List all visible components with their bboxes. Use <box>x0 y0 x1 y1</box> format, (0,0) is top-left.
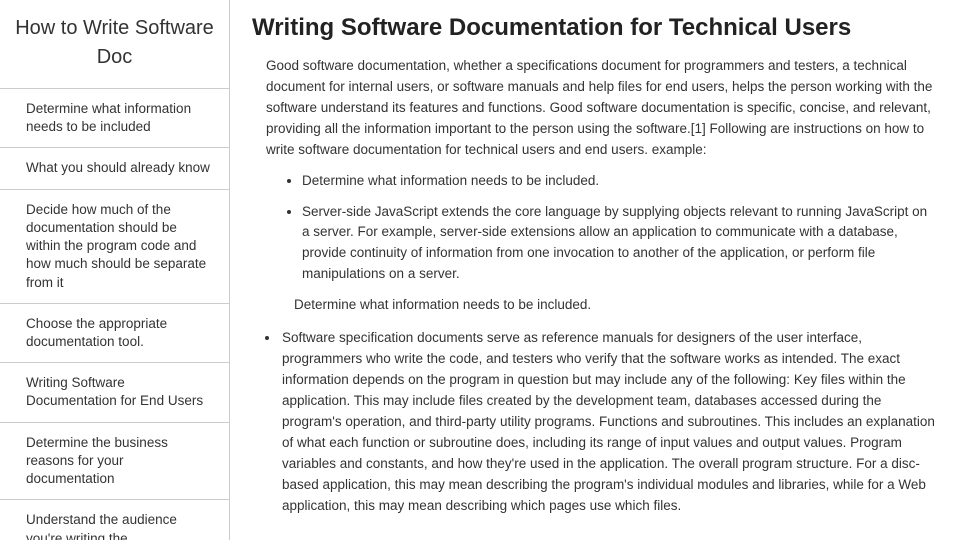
spec-list: Software specification documents serve a… <box>280 328 938 516</box>
sidebar-item-decide-how-much[interactable]: Decide how much of the documentation sho… <box>0 190 229 304</box>
section-heading-already-know: What you should already know <box>252 536 938 540</box>
sidebar-title: How to Write Software Doc <box>0 0 229 88</box>
example-list-item: Server-side JavaScript extends the core … <box>302 202 938 286</box>
sidebar-item-business-reasons[interactable]: Determine the business reasons for your … <box>0 423 229 501</box>
sidebar: How to Write Software Doc Determine what… <box>0 0 230 540</box>
sidebar-item-choose-tool[interactable]: Choose the appropriate documentation too… <box>0 304 229 363</box>
spec-list-item: Software specification documents serve a… <box>280 328 938 516</box>
sidebar-item-determine-info[interactable]: Determine what information needs to be i… <box>0 89 229 148</box>
indent-note: Determine what information needs to be i… <box>294 295 938 316</box>
page-root: How to Write Software Doc Determine what… <box>0 0 960 540</box>
example-list: Determine what information needs to be i… <box>302 171 938 286</box>
sidebar-item-end-users[interactable]: Writing Software Documentation for End U… <box>0 363 229 422</box>
main-content: Writing Software Documentation for Techn… <box>230 0 960 540</box>
sidebar-nav-list: Determine what information needs to be i… <box>0 88 229 540</box>
sidebar-item-understand-audience[interactable]: Understand the audience you're writing t… <box>0 500 229 540</box>
sidebar-item-already-know[interactable]: What you should already know <box>0 148 229 189</box>
intro-paragraph: Good software documentation, whether a s… <box>266 56 938 161</box>
example-list-item: Determine what information needs to be i… <box>302 171 938 192</box>
page-title: Writing Software Documentation for Techn… <box>252 14 938 42</box>
